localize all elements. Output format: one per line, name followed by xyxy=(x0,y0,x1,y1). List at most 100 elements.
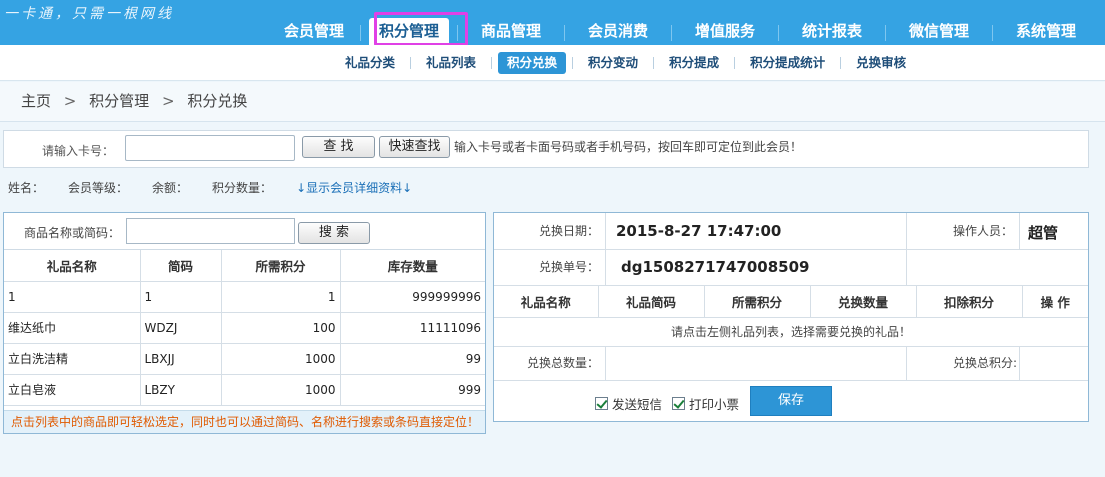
gift-points-header: 所需积分 xyxy=(221,250,341,282)
gift-name-cell: 1 xyxy=(4,281,141,313)
gift-name-header: 礼品名称 xyxy=(4,250,141,282)
card-search-row: 请输入卡号： 查 找 快速查找 输入卡号或者卡面号码或者手机号码，按回车即可定位… xyxy=(3,130,1089,168)
exchange-date-value: 2015-8-27 17:47:00 xyxy=(616,222,782,240)
nav-reports[interactable]: 统计报表 xyxy=(779,18,885,45)
send-sms-label: 发送短信 xyxy=(612,397,663,412)
exchange-deduct-points-header: 扣除积分 xyxy=(916,286,1023,318)
subnav-commission-stats[interactable]: 积分提成统计 xyxy=(741,52,834,74)
gift-name-cell: 立白洗洁精 xyxy=(4,343,141,375)
gift-stock-cell: 999999996 xyxy=(340,281,485,313)
gift-search-row: 商品名称或简码： 搜 索 xyxy=(4,213,485,250)
member-points-label: 积分数量： xyxy=(212,181,273,195)
gift-code-cell: WDZJ xyxy=(140,312,222,344)
gift-points-cell: 1000 xyxy=(221,374,341,406)
gift-stock-cell: 99 xyxy=(340,343,485,375)
gift-points-cell: 100 xyxy=(221,312,341,344)
operator-label: 操作人员： xyxy=(906,213,1020,249)
breadcrumb: 主页 > 积分管理 > 积分兑换 xyxy=(0,82,1105,122)
print-ticket-label: 打印小票 xyxy=(689,397,740,412)
card-number-label: 请输入卡号： xyxy=(42,144,115,158)
gift-code-header: 简码 xyxy=(140,250,222,282)
subnav-divider xyxy=(572,57,574,69)
subnav-points-change[interactable]: 积分变动 xyxy=(579,52,647,74)
table-row[interactable]: 维达纸巾 WDZJ 100 11111096 xyxy=(4,312,485,344)
exchange-quantity-header: 兑换数量 xyxy=(810,286,917,318)
total-quantity-label: 兑换总数量： xyxy=(494,347,606,380)
gift-stock-header: 库存数量 xyxy=(340,250,485,282)
subnav-gift-list[interactable]: 礼品列表 xyxy=(417,52,485,74)
gift-stock-cell: 11111096 xyxy=(340,312,485,344)
show-member-details-link[interactable]: ↓显示会员详细资料↓ xyxy=(296,179,412,196)
gift-name-cell: 立白皂液 xyxy=(4,374,141,406)
gift-search-input[interactable] xyxy=(126,218,295,244)
exchange-date-label: 兑换日期： xyxy=(494,213,606,249)
gift-search-button[interactable]: 搜 索 xyxy=(298,222,370,244)
print-ticket-checkbox[interactable]: 打印小票 xyxy=(672,394,739,413)
nav-divider xyxy=(360,25,361,41)
breadcrumb-level2: 积分兑换 xyxy=(187,92,248,110)
breadcrumb-separator: > xyxy=(63,92,77,110)
subnav-divider xyxy=(491,57,493,69)
subnav-divider xyxy=(734,57,736,69)
gift-points-cell: 1 xyxy=(221,281,341,313)
breadcrumb-home[interactable]: 主页 xyxy=(21,92,51,110)
subnav-divider xyxy=(653,57,655,69)
table-row: 请点击左侧礼品列表，选择需要兑换的礼品！ xyxy=(494,317,1088,347)
total-points-label: 兑换总积分: xyxy=(906,347,1020,380)
card-search-hint: 输入卡号或者卡面号码或者手机号码，按回车即可定位到此会员！ xyxy=(454,140,803,154)
exchange-date-row: 兑换日期： 2015-8-27 17:47:00 操作人员： 超管 xyxy=(494,213,1088,250)
subnav-points-exchange[interactable]: 积分兑换 xyxy=(498,52,567,74)
subnav-exchange-review[interactable]: 兑换审核 xyxy=(847,52,915,74)
gift-code-cell: 1 xyxy=(140,281,222,313)
nav-wechat[interactable]: 微信管理 xyxy=(886,18,992,45)
exchange-gift-code-header: 礼品简码 xyxy=(598,286,705,318)
slogan: 一卡通，只需一根网线 xyxy=(4,6,174,22)
exchange-required-points-header: 所需积分 xyxy=(704,286,811,318)
table-row[interactable]: 立白皂液 LBZY 1000 999 xyxy=(4,374,485,406)
sub-nav: 礼品分类 礼品列表 积分兑换 积分变动 积分提成 积分提成统计 兑换审核 xyxy=(0,45,1105,81)
nav-goods-management[interactable]: 商品管理 xyxy=(458,18,564,45)
member-balance-label: 余额： xyxy=(152,181,189,195)
gift-code-cell: LBZY xyxy=(140,374,222,406)
subnav-points-commission[interactable]: 积分提成 xyxy=(660,52,728,74)
nav-member-management[interactable]: 会员管理 xyxy=(268,18,360,45)
gift-search-label: 商品名称或简码： xyxy=(23,226,120,240)
breadcrumb-separator: > xyxy=(161,92,175,110)
nav-value-added[interactable]: 增值服务 xyxy=(672,18,778,45)
top-bar: 一卡通，只需一根网线 会员管理 积分管理 商品管理 会员消费 增值服务 统计报表… xyxy=(0,0,1105,46)
cell-divider xyxy=(906,250,907,285)
checkbox-checked-icon[interactable] xyxy=(672,397,685,410)
subnav-gift-category[interactable]: 礼品分类 xyxy=(336,52,404,74)
find-button[interactable]: 查 找 xyxy=(302,136,375,158)
nav-points-management[interactable]: 积分管理 xyxy=(369,18,449,45)
gift-table: 礼品名称 简码 所需积分 库存数量 1 1 1 999999996 维达纸巾 W… xyxy=(4,250,485,406)
gift-name-cell: 维达纸巾 xyxy=(4,312,141,344)
member-name-label: 姓名： xyxy=(8,181,45,195)
table-row[interactable]: 立白洗洁精 LBXJJ 1000 99 xyxy=(4,343,485,375)
gift-stock-cell: 999 xyxy=(340,374,485,406)
exchange-gift-name-header: 礼品名称 xyxy=(494,286,599,318)
quick-find-button[interactable]: 快速查找 xyxy=(379,136,450,158)
nav-system[interactable]: 系统管理 xyxy=(993,18,1099,45)
gift-points-cell: 1000 xyxy=(221,343,341,375)
breadcrumb-level1: 积分管理 xyxy=(89,92,150,110)
subnav-divider xyxy=(840,57,842,69)
card-number-input[interactable] xyxy=(125,135,295,161)
send-sms-checkbox[interactable]: 发送短信 xyxy=(595,394,662,413)
nav-member-consumption[interactable]: 会员消费 xyxy=(565,18,671,45)
exchange-totals-row: 兑换总数量： 兑换总积分: xyxy=(494,347,1088,381)
checkbox-checked-icon[interactable] xyxy=(595,397,608,410)
table-row[interactable]: 1 1 1 999999996 xyxy=(4,281,485,313)
gift-list-note: 点击列表中的商品即可轻松选定，同时也可以通过简码、名称进行搜索或条码直接定位！ xyxy=(4,410,485,433)
order-number-value: dg1508271747008509 xyxy=(621,258,810,276)
gift-list-panel: 商品名称或简码： 搜 索 礼品名称 简码 所需积分 库存数量 1 1 1 999… xyxy=(3,212,486,434)
save-button[interactable]: 保存 xyxy=(750,386,832,416)
subnav-divider xyxy=(410,57,412,69)
order-number-label: 兑换单号： xyxy=(494,250,606,285)
exchange-action-header: 操 作 xyxy=(1022,286,1088,318)
exchange-table: 礼品名称 礼品简码 所需积分 兑换数量 扣除积分 操 作 请点击左侧礼品列表，选… xyxy=(494,286,1088,347)
exchange-order-row: 兑换单号： dg1508271747008509 xyxy=(494,250,1088,286)
operator-value: 超管 xyxy=(1028,224,1059,242)
exchange-empty-message: 请点击左侧礼品列表，选择需要兑换的礼品！ xyxy=(494,317,1088,347)
main-nav: 会员管理 积分管理 商品管理 会员消费 增值服务 统计报表 微信管理 系统管理 xyxy=(268,18,1099,45)
